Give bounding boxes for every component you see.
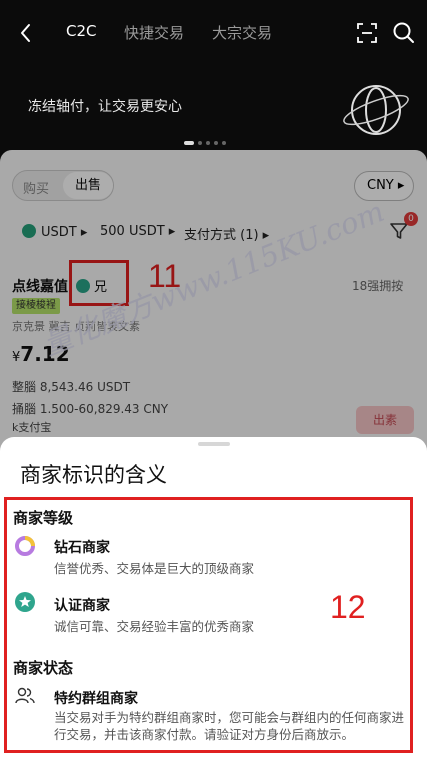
pagination-dot: [214, 141, 218, 145]
chevron-left-icon[interactable]: [14, 20, 38, 46]
annotation-label-12: 12: [330, 589, 366, 625]
pagination-dot: [222, 141, 226, 145]
top-nav: C2C 快捷交易 大宗交易: [0, 18, 427, 48]
banner-pagination: [184, 141, 226, 147]
diamond-merchant-desc: 信誉优秀、交易体是巨大的顶级商家: [54, 561, 255, 576]
diamond-merchant-title: 钻石商家: [54, 540, 110, 556]
tab-block-trade[interactable]: 大宗交易: [212, 22, 272, 43]
verified-merchant-title: 认证商家: [54, 598, 110, 614]
diamond-merchant-icon: [15, 536, 35, 556]
banner-text[interactable]: 冻结轴付，让交易更安心: [28, 96, 182, 116]
tab-quick-trade[interactable]: 快捷交易: [124, 22, 184, 43]
pagination-dot-active: [184, 141, 194, 145]
tab-c2c[interactable]: C2C: [66, 22, 97, 40]
group-users-icon: [15, 687, 35, 704]
verified-merchant-desc: 诚信可靠、交易经验丰富的优秀商家: [54, 619, 255, 634]
verified-merchant-icon: [15, 592, 35, 612]
sheet-drag-handle[interactable]: [198, 442, 230, 446]
search-icon[interactable]: [392, 21, 416, 45]
shield-globe-icon: [343, 85, 409, 135]
group-merchant-title: 特约群组商家: [54, 691, 138, 707]
pagination-dot: [198, 141, 202, 145]
group-merchant-desc: 当交易对手为特约群组商家时，您可能会与群组内的任何商家进行交易，并击该商家付款。…: [54, 710, 405, 742]
sheet-title: 商家标识的含义: [20, 463, 167, 487]
merchant-status-heading: 商家状态: [13, 659, 74, 677]
merchant-badge-sheet: 商家标识的含义 12 商家等级 钻石商家 信誉优秀、交易体是巨大的顶级商家 认证…: [0, 437, 427, 768]
pagination-dot: [206, 141, 210, 145]
scan-icon[interactable]: [356, 22, 378, 44]
merchant-level-heading: 商家等级: [13, 509, 74, 527]
header: C2C 快捷交易 大宗交易 冻结轴付，让交易更安心: [0, 0, 427, 158]
